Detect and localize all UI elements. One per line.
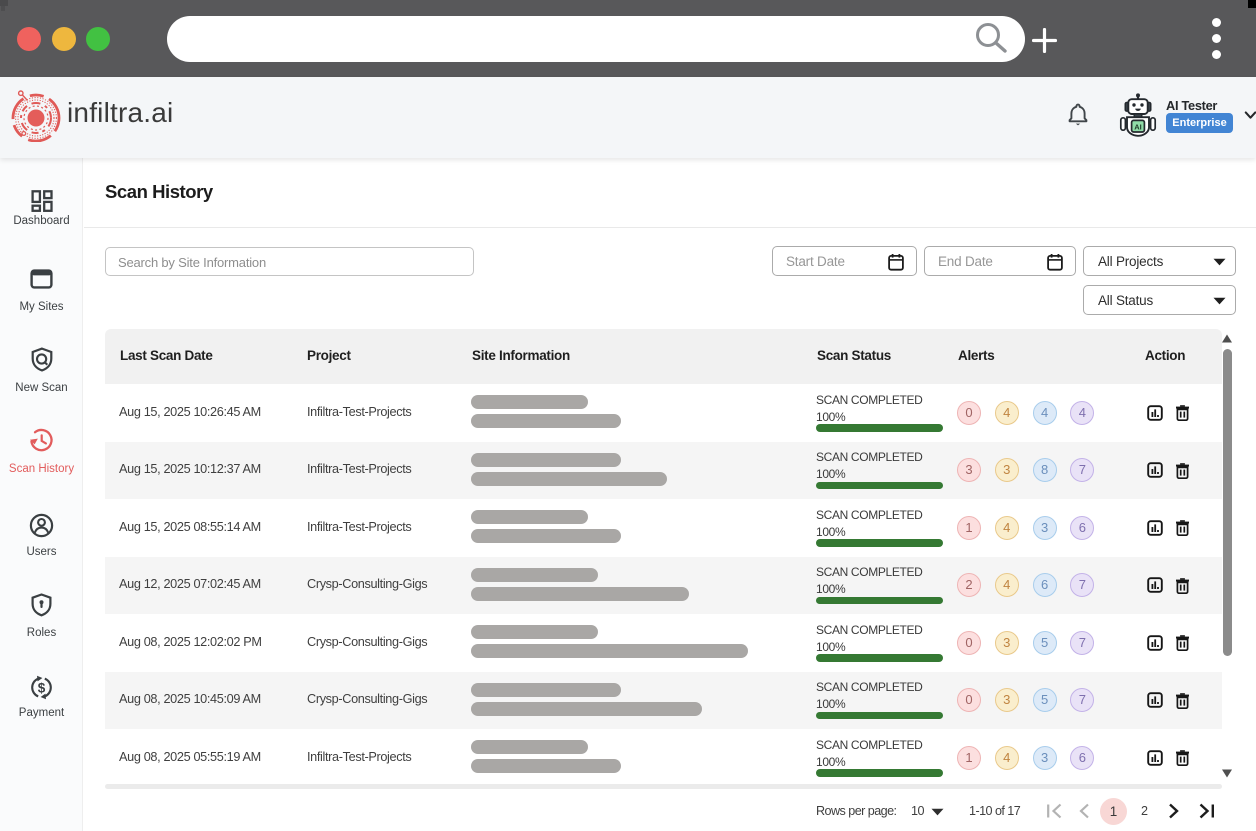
svg-text:AI: AI — [1134, 123, 1142, 132]
